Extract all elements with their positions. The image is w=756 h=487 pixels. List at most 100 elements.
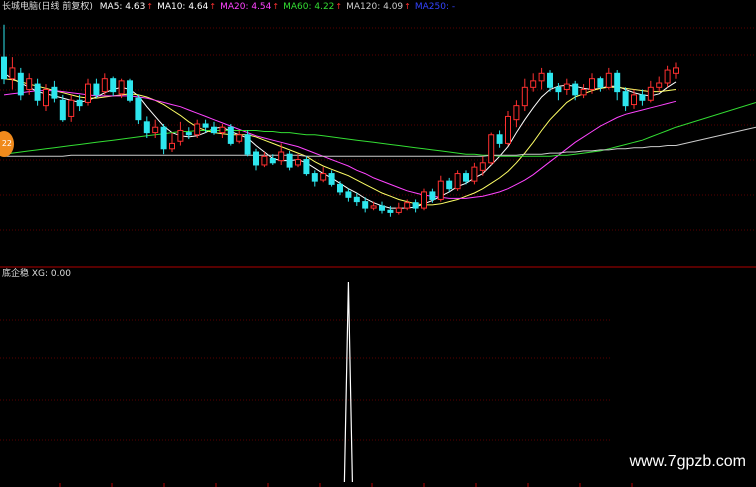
candle-body-54 bbox=[454, 173, 461, 190]
candle-body-74 bbox=[622, 91, 629, 107]
indicator-2: MA20: 4.54 bbox=[220, 2, 272, 12]
candle-body-10 bbox=[85, 83, 91, 103]
candle-body-27 bbox=[227, 126, 234, 144]
candle-body-7 bbox=[59, 99, 66, 121]
candle-body-61 bbox=[513, 105, 520, 121]
candle-body-21 bbox=[177, 129, 184, 142]
arrow-up-icon: ↑ bbox=[272, 2, 280, 11]
candle-body-18 bbox=[152, 126, 159, 134]
stock-label: 长城电脑(日线 前复权) bbox=[2, 2, 93, 12]
candle-body-58 bbox=[488, 134, 495, 164]
candle-body-76 bbox=[639, 94, 646, 101]
candle-body-69 bbox=[580, 88, 587, 96]
indicator-legend: 长城电脑(日线 前复权) MA5: 4.63↑ MA10: 4.64↑ MA20: … bbox=[2, 1, 463, 13]
stock-chart-window: 长城电脑(日线 前复权) MA5: 4.63↑ MA10: 4.64↑ MA20: … bbox=[0, 0, 756, 487]
candle-body-29 bbox=[244, 134, 251, 155]
watermark: www.7gpzb.com bbox=[629, 453, 747, 470]
candle-body-1 bbox=[9, 67, 16, 80]
candle-body-57 bbox=[479, 162, 486, 171]
arrow-up-icon: ↑ bbox=[146, 2, 154, 11]
candle-body-64 bbox=[538, 72, 545, 82]
candle-body-8 bbox=[68, 99, 75, 117]
indicator-3: MA60: 4.22 bbox=[283, 2, 335, 12]
candle-body-23 bbox=[194, 123, 201, 136]
candle-body-47 bbox=[395, 207, 402, 213]
candle-body-33 bbox=[278, 151, 285, 162]
arrow-up-icon: ↑ bbox=[404, 2, 411, 11]
candle-body-51 bbox=[429, 191, 436, 200]
candle-body-2 bbox=[17, 72, 24, 96]
candle-body-28 bbox=[236, 134, 243, 142]
candle-body-70 bbox=[589, 78, 595, 90]
indicator-4: MA120: 4.09 bbox=[346, 2, 404, 12]
arrow-up-icon: ↑ bbox=[335, 2, 343, 11]
candle-body-78 bbox=[656, 82, 663, 88]
arrow-up-icon: ↑ bbox=[209, 2, 217, 11]
candle-body-6 bbox=[51, 86, 58, 99]
candle-body-40 bbox=[337, 183, 343, 193]
candle-body-75 bbox=[631, 94, 637, 106]
candle-body-3 bbox=[26, 78, 33, 90]
ma120-line-ext bbox=[675, 126, 756, 147]
candle-body-71 bbox=[597, 78, 604, 88]
candle-body-36 bbox=[303, 159, 310, 175]
candle-body-20 bbox=[169, 142, 175, 150]
candle-body-0 bbox=[1, 56, 7, 80]
candle-body-24 bbox=[202, 123, 209, 128]
candle-body-31 bbox=[261, 155, 268, 166]
candle-body-12 bbox=[101, 78, 108, 93]
indicator-1: MA10: 4.64 bbox=[157, 2, 209, 12]
sub-panel-label: 底企稳 XG: 0.00 bbox=[2, 269, 71, 279]
candle-body-45 bbox=[379, 205, 385, 211]
candle-body-43 bbox=[362, 201, 369, 209]
candle-body-80 bbox=[673, 67, 679, 74]
xg-spike bbox=[343, 281, 353, 483]
candle-body-49 bbox=[412, 202, 419, 209]
candle-body-59 bbox=[496, 134, 503, 144]
candle-body-48 bbox=[404, 202, 411, 209]
candle-body-17 bbox=[143, 121, 150, 134]
candle-body-60 bbox=[505, 115, 511, 144]
candle-body-63 bbox=[530, 80, 537, 88]
candle-body-19 bbox=[160, 126, 167, 150]
candle-body-32 bbox=[269, 157, 276, 164]
candle-body-46 bbox=[387, 209, 394, 213]
candle-body-53 bbox=[446, 180, 453, 190]
candle-body-67 bbox=[563, 83, 570, 90]
candle-body-5 bbox=[43, 88, 49, 107]
candle-body-62 bbox=[521, 86, 528, 107]
candle-body-50 bbox=[421, 191, 427, 209]
candle-body-37 bbox=[311, 173, 318, 182]
candle-body-35 bbox=[295, 159, 301, 166]
candle-body-72 bbox=[605, 72, 612, 88]
candle-body-42 bbox=[353, 196, 360, 203]
candle-body-79 bbox=[664, 69, 671, 84]
candle-body-73 bbox=[614, 72, 621, 93]
candle-body-44 bbox=[370, 205, 377, 209]
candle-body-9 bbox=[76, 99, 83, 107]
candle-body-34 bbox=[286, 153, 293, 168]
candle-body-25 bbox=[211, 126, 217, 134]
candle-body-4 bbox=[34, 83, 41, 101]
candle-body-52 bbox=[437, 180, 444, 200]
candle-body-68 bbox=[572, 83, 579, 96]
indicator-5: MA250: - bbox=[414, 2, 456, 12]
candle-body-30 bbox=[253, 151, 259, 166]
candle-body-15 bbox=[127, 80, 133, 101]
candle-body-66 bbox=[555, 86, 562, 93]
candle-body-56 bbox=[471, 166, 478, 182]
indicator-0: MA5: 4.63 bbox=[99, 2, 146, 12]
candle-body-77 bbox=[647, 86, 654, 101]
candle-body-55 bbox=[463, 173, 469, 182]
candle-body-22 bbox=[185, 132, 192, 136]
candle-body-14 bbox=[118, 80, 125, 95]
candle-body-38 bbox=[320, 173, 327, 181]
candle-body-16 bbox=[135, 97, 142, 121]
candle-body-39 bbox=[328, 173, 335, 185]
ma-indicators: MA5: 4.63↑ MA10: 4.64↑ MA20: 4.54↑ MA60: 4.… bbox=[100, 2, 459, 12]
candle-body-41 bbox=[345, 191, 352, 198]
candle-body-26 bbox=[219, 126, 226, 134]
candle-body-13 bbox=[110, 78, 117, 93]
candle-body-65 bbox=[547, 72, 553, 88]
chart-canvas bbox=[0, 24, 756, 487]
